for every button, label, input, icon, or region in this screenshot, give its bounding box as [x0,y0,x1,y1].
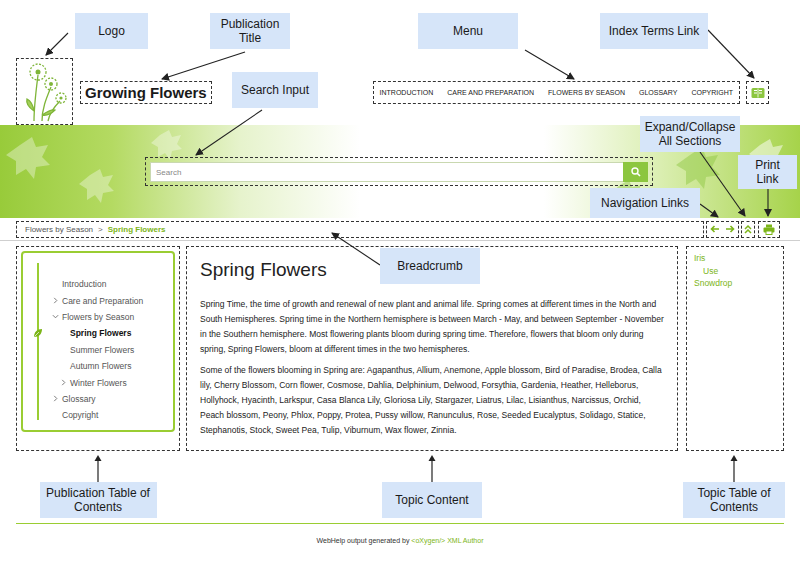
callout-arrow [46,33,68,55]
callout-label: Publication Title [210,13,290,49]
flower-logo-icon [20,61,70,123]
toc-item[interactable]: Care and Preparation [23,292,173,308]
logo[interactable] [16,58,73,125]
search-button[interactable] [623,162,648,182]
callout-label: Publication Table of Contents [40,482,157,518]
section-callouts: Publication Table of Contents Topic Cont… [0,451,800,518]
topic-toc-item[interactable]: Iris [694,252,776,265]
callout-arrows [0,0,800,569]
section-callout-group: Topic Content [186,454,678,518]
book-icon [751,87,765,99]
publication-toc: Introduction Care and Preparation Flower… [16,246,180,451]
toc-item[interactable]: Summer Flowers [23,342,173,358]
breadcrumb-row: Flowers by Season > Spring Flowers [0,218,800,241]
chevron-icon[interactable] [52,395,59,402]
topic-title: Spring Flowers [200,257,665,283]
menu-item[interactable]: FLOWERS BY SEASON [548,89,625,96]
up-arrow-icon [93,454,103,482]
callout-arrow [525,50,574,79]
toc-item[interactable]: Copyright [23,407,173,423]
leaf-icon [33,328,43,338]
breadcrumb: Flowers by Season > Spring Flowers [16,221,704,238]
breadcrumb-item[interactable]: Spring Flowers [108,225,166,234]
breadcrumb-item[interactable]: Flowers by Season [25,225,93,234]
breadcrumb-separator: > [98,225,103,234]
section-callout-group: Publication Table of Contents [16,454,180,518]
menu-item[interactable]: INTRODUCTION [380,89,434,96]
chevron-icon[interactable] [60,379,67,386]
callout-arrow [162,52,245,79]
callout-label: Expand/Collapse All Sections [640,116,740,152]
up-arrow-icon [427,454,437,482]
callout-label: Menu [418,13,518,49]
callout-arrow [700,152,745,216]
callouts: Logo Publication Title Menu Index Terms Lin… [0,0,800,569]
print-link[interactable] [758,221,780,238]
toc-item[interactable]: Spring Flowers [23,325,173,341]
callout-label: Breadcrumb [380,248,480,284]
publication-title[interactable]: Growing Flowers [80,81,212,104]
expand-collapse-link[interactable] [741,221,755,238]
header: Growing Flowers INTRODUCTION CARE AND PRE… [0,0,800,125]
menu: INTRODUCTION CARE AND PREPARATION FLOWERS … [373,81,740,104]
main-area: Introduction Care and Preparation Flower… [0,241,800,451]
callout-label: Topic Content [382,482,482,518]
topic-toc-item[interactable]: Snowdrop [694,277,776,290]
menu-item[interactable]: COPYRIGHT [691,89,733,96]
up-arrow-icon [729,454,739,482]
search-area [145,157,653,186]
topic-paragraph: Some of the flowers blooming in Spring a… [200,363,665,438]
toc-item[interactable]: Winter Flowers [23,374,173,390]
callout-arrow [700,204,718,217]
toc-line [37,263,39,420]
callout-arrow [708,30,754,78]
footer-text: WebHelp output generated by [317,537,412,544]
menu-item[interactable]: GLOSSARY [639,89,677,96]
annotated-webhelp: Growing Flowers INTRODUCTION CARE AND PRE… [0,0,800,569]
previous-arrow-icon[interactable] [710,225,720,233]
menu-item[interactable]: CARE AND PREPARATION [447,89,534,96]
double-chevron-up-icon [744,224,752,234]
banner [0,125,800,218]
callout-arrow [196,110,262,155]
toc-item[interactable]: Introduction [23,276,173,292]
callout-arrow [332,233,380,265]
callout-label: Index Terms Link [600,13,708,49]
magnifier-icon [631,167,641,177]
topic-paragraph: Spring Time, the time of growth and rene… [200,297,665,357]
chevron-icon[interactable] [52,297,59,304]
callout-label: Navigation Links [590,188,700,218]
section-callout-group: Topic Table of Contents [684,454,784,518]
navigation-links [706,221,739,238]
callout-label: Topic Table of Contents [683,482,785,518]
search-input[interactable] [150,162,623,182]
topic-content: Spring Flowers Spring Time, the time of … [186,246,678,451]
next-arrow-icon[interactable] [725,225,735,233]
callout-label: Print Link [738,155,797,189]
toc-item[interactable]: Glossary [23,391,173,407]
callout-arrow [767,185,768,216]
footer-link[interactable]: <oXygen/> XML Author [411,537,483,544]
chevron-icon[interactable] [52,313,59,320]
printer-icon [763,224,775,235]
callout-label: Logo [75,13,148,49]
index-terms-link[interactable] [746,81,769,104]
callout-label: Search Input [232,72,318,108]
topic-toc-item[interactable]: Use [694,265,776,278]
toc-item[interactable]: Flowers by Season [23,309,173,325]
toc-panel: Introduction Care and Preparation Flower… [21,251,175,432]
footer: WebHelp output generated by <oXygen/> XM… [16,523,784,544]
toc-item[interactable]: Autumn Flowers [23,358,173,374]
topic-toc: IrisUseSnowdrop [686,246,784,451]
